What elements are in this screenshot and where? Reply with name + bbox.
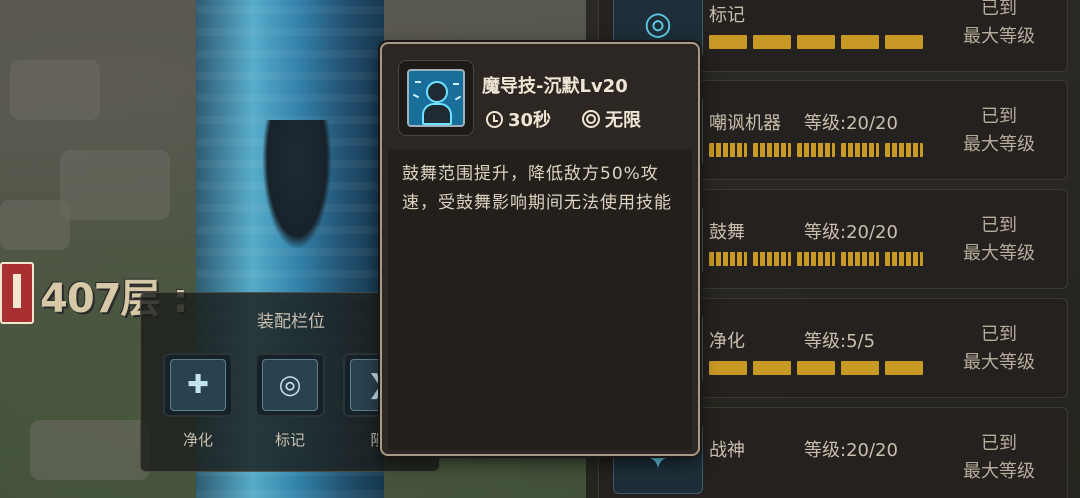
purify-icon: ✚ [170,359,226,411]
silence-icon [407,69,465,127]
skill-name: 净化 [709,331,745,352]
skill-tooltip: 魔导技-沉默Lv20 30秒 无限 鼓舞范围提升，降低敌方50%攻速，受鼓舞影响… [380,42,700,456]
skill-name: 嘲讽机器 [709,113,781,134]
floor-stone [60,150,170,220]
skill-status: 已到 最大等级 [963,433,1035,482]
floor-stone [30,420,150,480]
skill-level: 等级:20/20 [804,440,898,461]
skill-level-bar [709,35,923,49]
floor-stone [10,60,100,120]
skill-level: 等级:20/20 [804,113,898,134]
skill-level-bar [709,361,923,375]
tooltip-range: 无限 [582,106,641,132]
skill-level-bar [709,143,923,157]
equip-slot-label: 净化 [182,431,213,449]
skill-name: 鼓舞 [709,222,745,243]
tooltip-icon-frame [398,60,474,136]
tooltip-title: 魔导技-沉默Lv20 [482,76,628,97]
crosshair-icon: ◎ [262,359,318,411]
target-icon [582,110,600,128]
floor-stone [0,200,70,250]
skill-status: 已到 最大等级 [963,106,1035,155]
tooltip-cooldown: 30秒 [486,106,551,132]
equip-slot-label: 标记 [274,431,305,449]
skill-status: 已到 最大等级 [963,324,1035,373]
tooltip-description-box: 鼓舞范围提升，降低敌方50%攻速，受鼓舞影响期间无法使用技能 [388,150,692,450]
equip-slot-mark[interactable]: ◎ [255,353,325,417]
clock-icon [486,110,503,128]
skill-level-bar [709,252,923,266]
skill-name: 战神 [709,440,745,461]
floor-banner-icon [0,262,34,324]
tooltip-description: 鼓舞范围提升，降低敌方50%攻速，受鼓舞影响期间无法使用技能 [402,164,672,213]
hero-character [262,120,332,250]
skill-name: 标记 [709,5,745,26]
skill-level: 等级:20/20 [804,222,898,243]
skill-level: 等级:5/5 [804,331,876,352]
skill-status: 已到 最大等级 [963,215,1035,264]
equip-slot-purify[interactable]: ✚ [163,353,233,417]
skill-status: 已到 最大等级 [963,0,1035,47]
